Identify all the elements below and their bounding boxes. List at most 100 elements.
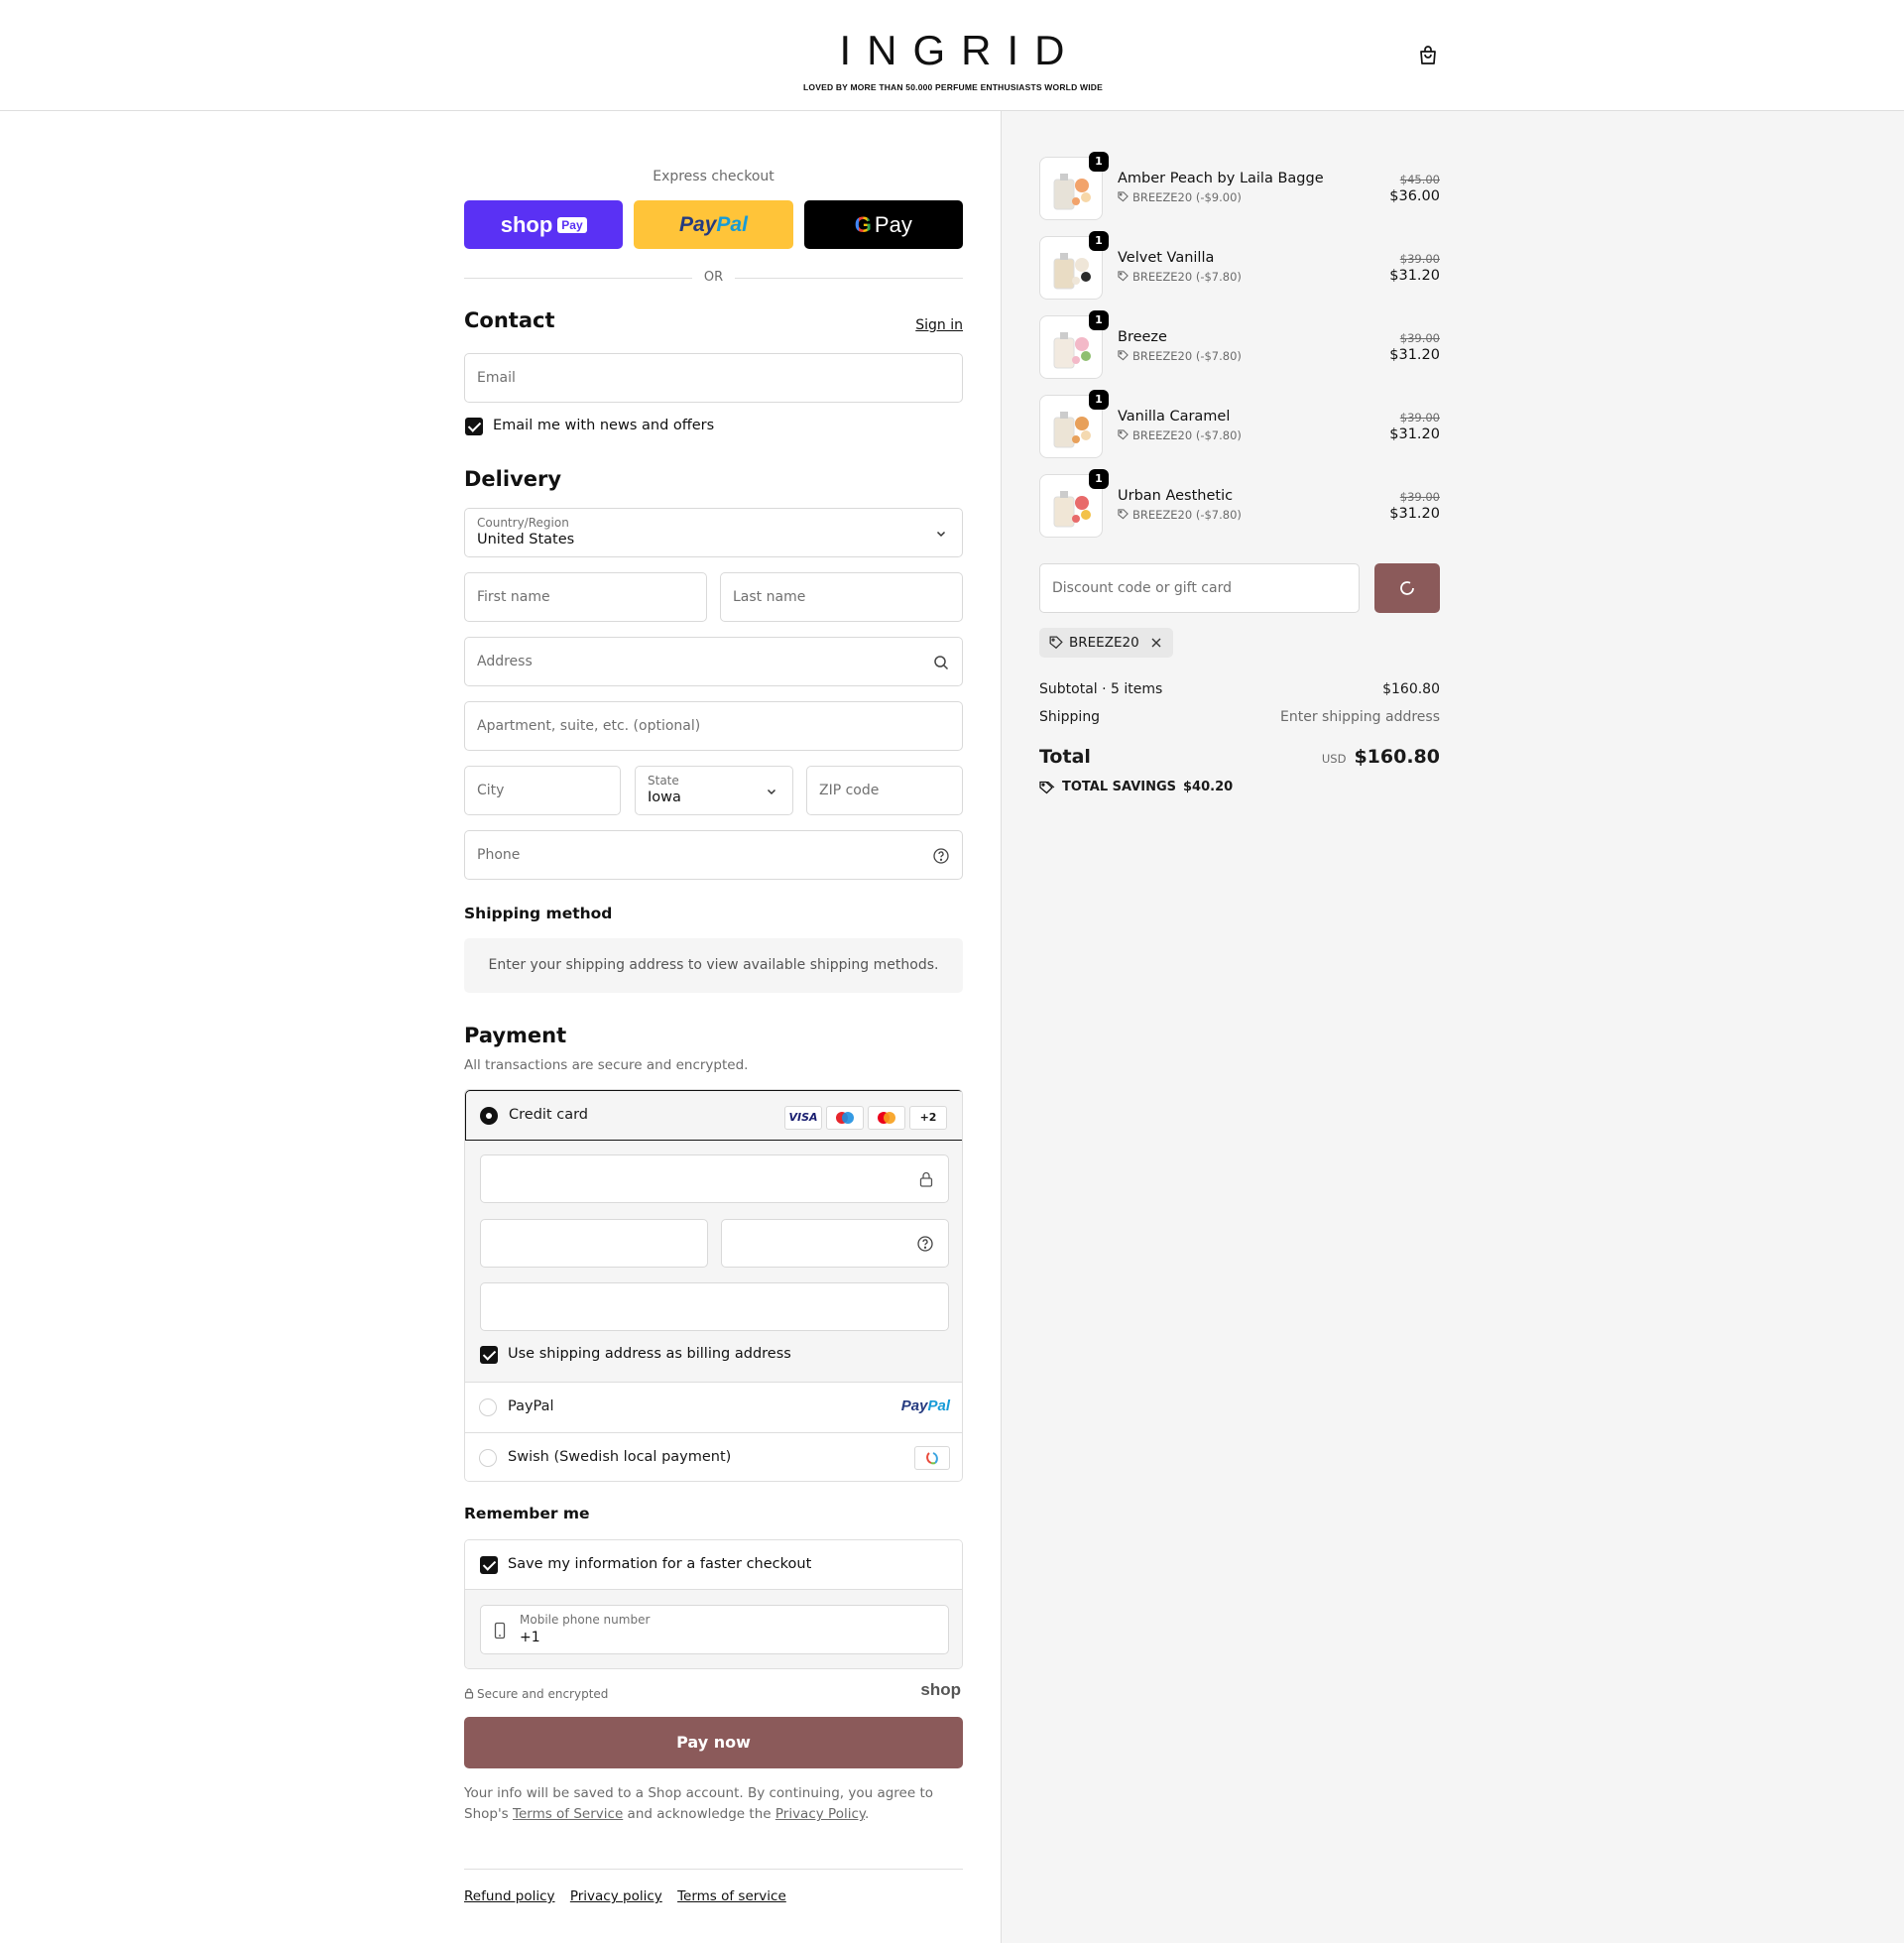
shop-privacy-link[interactable]: Privacy Policy (775, 1806, 865, 1822)
credit-card-radio[interactable] (480, 1107, 498, 1125)
discounted-price: $31.20 (1389, 426, 1440, 442)
line-item: 1 Vanilla Caramel BREEZE20 (-$7.80) $39.… (1039, 390, 1440, 460)
original-price: $39.00 (1399, 411, 1440, 425)
city-field[interactable]: City (464, 766, 621, 815)
paypal-logo-part1: Pay (900, 1397, 928, 1414)
paypal-radio[interactable] (479, 1398, 497, 1416)
discount-code-placeholder: Discount code or gift card (1052, 580, 1232, 596)
state-label: State (648, 774, 679, 788)
discount-code-field[interactable]: Discount code or gift card (1039, 563, 1360, 613)
apartment-placeholder: Apartment, suite, etc. (optional) (477, 718, 701, 734)
last-name-field[interactable]: Last name (720, 572, 963, 622)
shop-pay-button[interactable]: shop Pay (464, 200, 624, 249)
express-checkout-buttons: shop Pay Pay Pal G Pay (464, 200, 963, 249)
total-value: $160.80 (1354, 746, 1440, 768)
shipping-method-notice: Enter your shipping address to view avai… (464, 938, 963, 993)
shopping-bag-icon[interactable] (1416, 44, 1440, 67)
address-placeholder: Address (477, 654, 533, 669)
paypal-logo-part2: Pal (927, 1397, 950, 1414)
pay-now-button[interactable]: Pay now (464, 1717, 963, 1768)
privacy-policy-link[interactable]: Privacy policy (570, 1888, 662, 1904)
newsletter-checkbox[interactable] (465, 418, 483, 435)
save-info-checkbox[interactable] (480, 1556, 498, 1574)
email-field[interactable]: Email (464, 353, 963, 403)
payment-subtitle: All transactions are secure and encrypte… (464, 1057, 749, 1073)
save-info-row: Save my information for a faster checkou… (465, 1540, 962, 1590)
name-on-card-field[interactable] (480, 1282, 949, 1331)
mobile-phone-label: Mobile phone number (520, 1613, 651, 1627)
subtotal-value: $160.80 (1382, 681, 1440, 697)
credit-card-option[interactable]: Credit card VISA +2 (465, 1090, 962, 1141)
swish-option[interactable]: Swish (Swedish local payment) (465, 1432, 962, 1481)
paypal-option[interactable]: PayPal PayPal (465, 1382, 962, 1432)
help-circle-icon[interactable] (916, 1235, 934, 1253)
total-label: Total (1039, 746, 1091, 768)
tag-icon (1118, 191, 1129, 202)
zip-field[interactable]: ZIP code (806, 766, 963, 815)
or-divider: OR (464, 268, 963, 288)
product-discount: BREEZE20 (-$9.00) (1118, 190, 1242, 204)
remove-discount-icon[interactable] (1149, 636, 1163, 650)
express-checkout-label: Express checkout (653, 169, 774, 184)
or-text: OR (703, 270, 724, 285)
shop-terms-link[interactable]: Terms of Service (513, 1806, 623, 1822)
payment-methods: Credit card VISA +2 Use shipping address… (464, 1089, 963, 1482)
savings-value: $40.20 (1183, 780, 1234, 794)
credit-card-form: Use shipping address as billing address (465, 1141, 962, 1382)
logo-text: INGRID (839, 27, 1081, 73)
quantity-badge: 1 (1089, 310, 1109, 330)
zip-placeholder: ZIP code (819, 783, 880, 798)
savings-label: TOTAL SAVINGS (1062, 780, 1177, 794)
sign-in-link[interactable]: Sign in (915, 317, 963, 333)
phone-field[interactable]: Phone (464, 830, 963, 880)
credit-card-label: Credit card (509, 1107, 588, 1123)
email-placeholder: Email (477, 370, 516, 386)
terms-of-service-link[interactable]: Terms of service (677, 1888, 786, 1904)
card-number-field[interactable] (480, 1154, 949, 1203)
brand-logo[interactable]: INGRID LOVED BY MORE THAN 50.000 PERFUME… (803, 27, 1103, 93)
shop-pay-badge: Pay (557, 216, 587, 233)
tag-icon (1118, 429, 1129, 440)
swish-label: Swish (Swedish local payment) (508, 1449, 732, 1465)
security-code-field[interactable] (721, 1219, 949, 1268)
legal-text-2: and acknowledge the (627, 1806, 772, 1822)
refund-policy-link[interactable]: Refund policy (464, 1888, 555, 1904)
mobile-phone-field[interactable]: Mobile phone number +1 (480, 1605, 949, 1654)
billing-same-checkbox[interactable] (480, 1346, 498, 1364)
quantity-badge: 1 (1089, 469, 1109, 489)
swish-radio[interactable] (479, 1449, 497, 1467)
applied-code: BREEZE20 (1069, 635, 1139, 651)
line-item: 1 Velvet Vanilla BREEZE20 (-$7.80) $39.0… (1039, 231, 1440, 302)
first-name-field[interactable]: First name (464, 572, 707, 622)
paypal-button[interactable]: Pay Pal (634, 200, 793, 249)
shop-logo: shop (920, 1680, 961, 1699)
save-info-label: Save my information for a faster checkou… (508, 1556, 812, 1572)
lock-icon (464, 1688, 474, 1699)
search-icon (934, 656, 949, 670)
first-name-placeholder: First name (477, 589, 550, 605)
tag-icon (1118, 509, 1129, 520)
help-circle-icon[interactable] (932, 847, 950, 865)
contact-heading: Contact (464, 308, 555, 332)
expiration-date-field[interactable] (480, 1219, 708, 1268)
mobile-phone-value: +1 (520, 1630, 540, 1645)
apartment-field[interactable]: Apartment, suite, etc. (optional) (464, 701, 963, 751)
apply-discount-button[interactable] (1374, 563, 1440, 613)
original-price: $39.00 (1399, 331, 1440, 345)
country-select[interactable]: Country/Region United States (464, 508, 963, 557)
remember-me-heading: Remember me (464, 1505, 590, 1522)
paypal-logo-part1: Pay (679, 212, 717, 236)
product-discount: BREEZE20 (-$7.80) (1118, 270, 1242, 284)
quantity-badge: 1 (1089, 231, 1109, 251)
mobile-phone-icon (494, 1622, 506, 1639)
address-field[interactable]: Address (464, 637, 963, 686)
phone-placeholder: Phone (477, 847, 521, 863)
google-pay-button[interactable]: G Pay (803, 200, 963, 249)
applied-discount-chip: BREEZE20 (1039, 628, 1173, 658)
newsletter-label: Email me with news and offers (493, 418, 715, 433)
original-price: $45.00 (1399, 173, 1440, 186)
currency-code: USD (1321, 752, 1347, 766)
discounted-price: $36.00 (1389, 188, 1440, 204)
line-item: 1 Urban Aesthetic BREEZE20 (-$7.80) $39.… (1039, 469, 1440, 540)
state-select[interactable]: State Iowa (635, 766, 793, 815)
